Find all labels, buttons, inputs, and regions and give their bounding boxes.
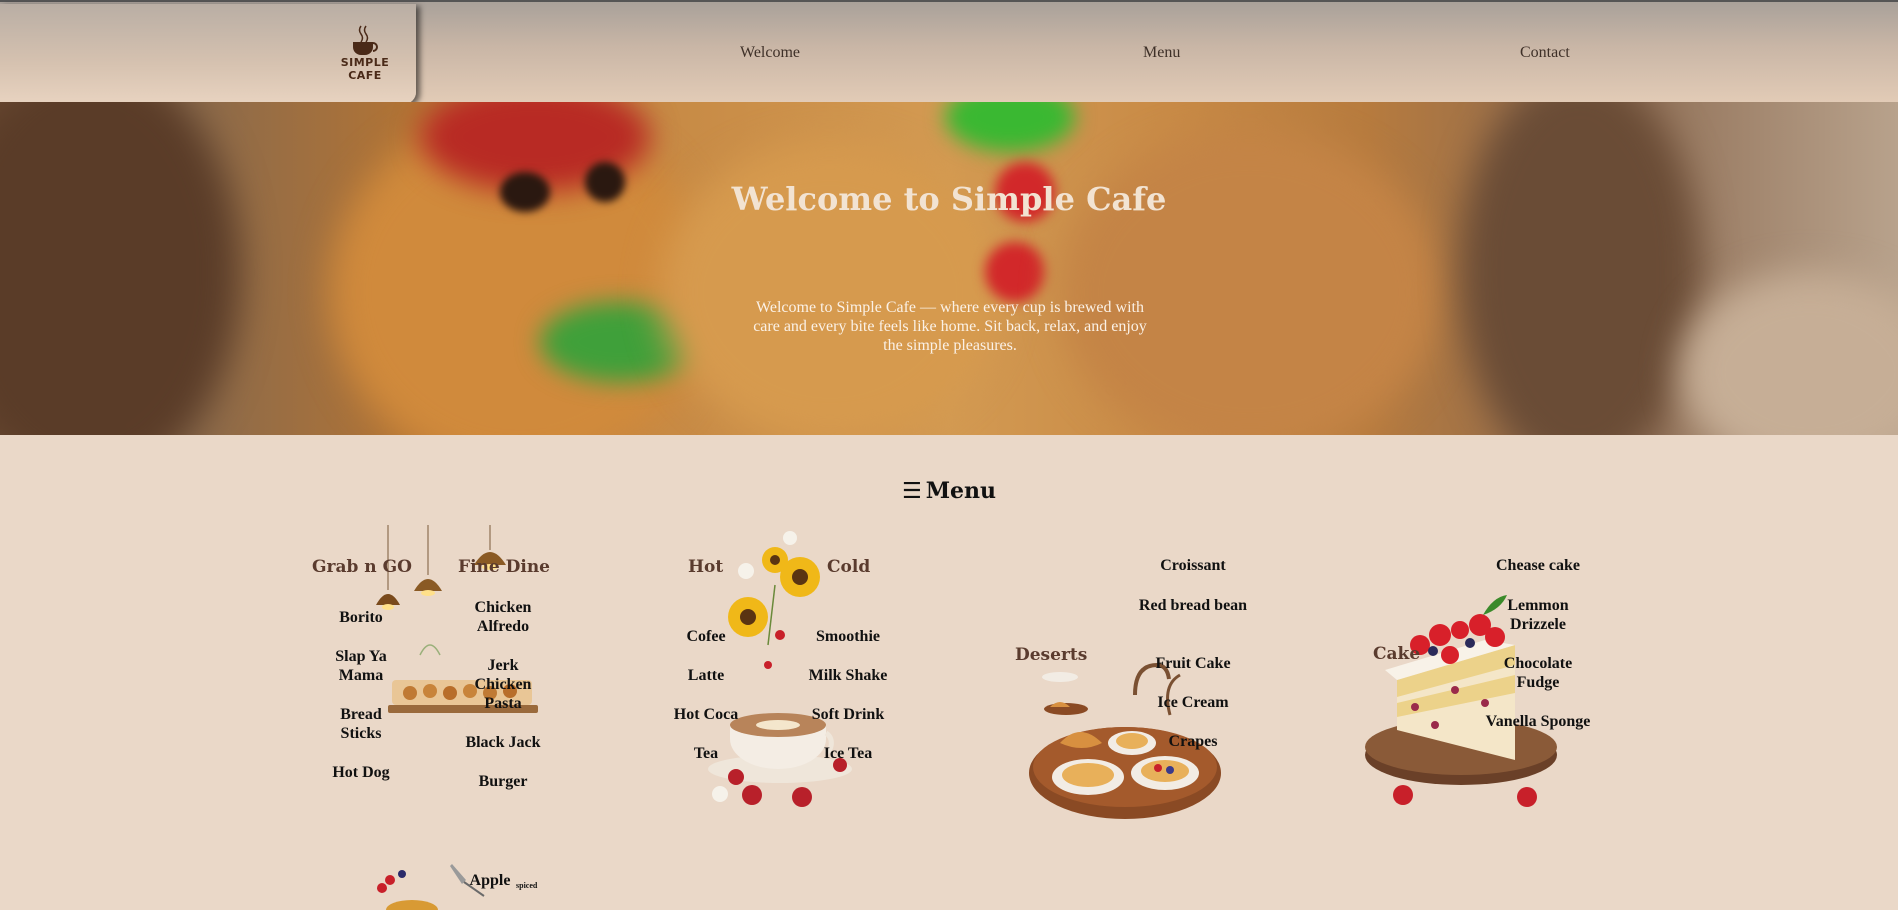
coffee-cup-icon <box>353 25 378 55</box>
nav-welcome[interactable]: Welcome <box>740 44 800 62</box>
menu-item[interactable]: Ice Cream <box>1138 693 1248 712</box>
menu-item[interactable]: Black Jack <box>448 733 558 752</box>
logo-box: SIMPLE CAFE <box>0 4 416 104</box>
menu-item[interactable]: Fruit Cake <box>1138 654 1248 673</box>
nav-menu[interactable]: Menu <box>1143 44 1180 62</box>
menu-item[interactable]: Ice Tea <box>798 744 898 763</box>
nav-contact[interactable]: Contact <box>1520 44 1570 62</box>
menu-item[interactable]: Apple <box>460 871 520 890</box>
menu-item[interactable]: Chocolate Fudge <box>1483 654 1593 692</box>
menu-item[interactable]: Tea <box>666 744 746 763</box>
menu-heading: ☰ Menu <box>0 478 1898 504</box>
category-deserts[interactable]: Deserts <box>1015 645 1087 665</box>
hero-title: Welcome to Simple Cafe <box>731 180 1167 218</box>
category-fine-dine[interactable]: Fine Dine <box>458 557 550 577</box>
menu-item[interactable]: Lemmon Drizzele <box>1483 596 1593 634</box>
menu-item[interactable]: Hot Dog <box>311 763 411 782</box>
menu-item[interactable]: Hot Coca <box>661 705 751 724</box>
menu-item[interactable]: Smoothie <box>798 627 898 646</box>
menu-item-note: spiced <box>516 881 538 890</box>
logo-text-line1: SIMPLE <box>340 56 390 69</box>
menu-item[interactable]: Bread Sticks <box>321 705 401 743</box>
menu-item[interactable]: Crapes <box>1138 732 1248 751</box>
menu-item[interactable]: Chease cake <box>1478 556 1598 575</box>
menu-item[interactable]: Latte <box>666 666 746 685</box>
hamburger-icon[interactable]: ☰ <box>902 479 922 504</box>
logo-text-line2: CAFE <box>348 69 382 82</box>
hero-description: Welcome to Simple Cafe — where every cup… <box>753 299 1147 354</box>
site-header: SIMPLE CAFE Welcome Menu Contact <box>0 0 1898 104</box>
menu-item[interactable]: Jerk Chicken Pasta <box>458 656 548 713</box>
menu-item[interactable]: Soft Drink <box>798 705 898 724</box>
category-cake[interactable]: Cake <box>1373 644 1420 664</box>
menu-item[interactable]: Slap Ya Mama <box>316 647 406 685</box>
menu-item[interactable]: Burger <box>453 772 553 791</box>
menu-item[interactable]: Cofee <box>666 627 746 646</box>
cafe-logo[interactable]: SIMPLE CAFE <box>338 24 392 82</box>
hero-banner: Welcome to Simple Cafe Welcome to Simple… <box>0 102 1898 435</box>
menu-item[interactable]: Borito <box>311 608 411 627</box>
menu-item[interactable]: Croissant <box>1138 556 1248 575</box>
category-grab-n-go[interactable]: Grab n GO <box>312 557 412 577</box>
menu-item[interactable]: Vanella Sponge <box>1483 712 1593 731</box>
menu-item[interactable]: Red bread bean <box>1138 596 1248 615</box>
menu-heading-text: Menu <box>925 478 997 504</box>
menu-item[interactable]: Chicken Alfredo <box>458 598 548 636</box>
category-hot[interactable]: Hot <box>688 557 723 577</box>
category-cold[interactable]: Cold <box>827 557 870 577</box>
menu-item[interactable]: Milk Shake <box>793 666 903 685</box>
